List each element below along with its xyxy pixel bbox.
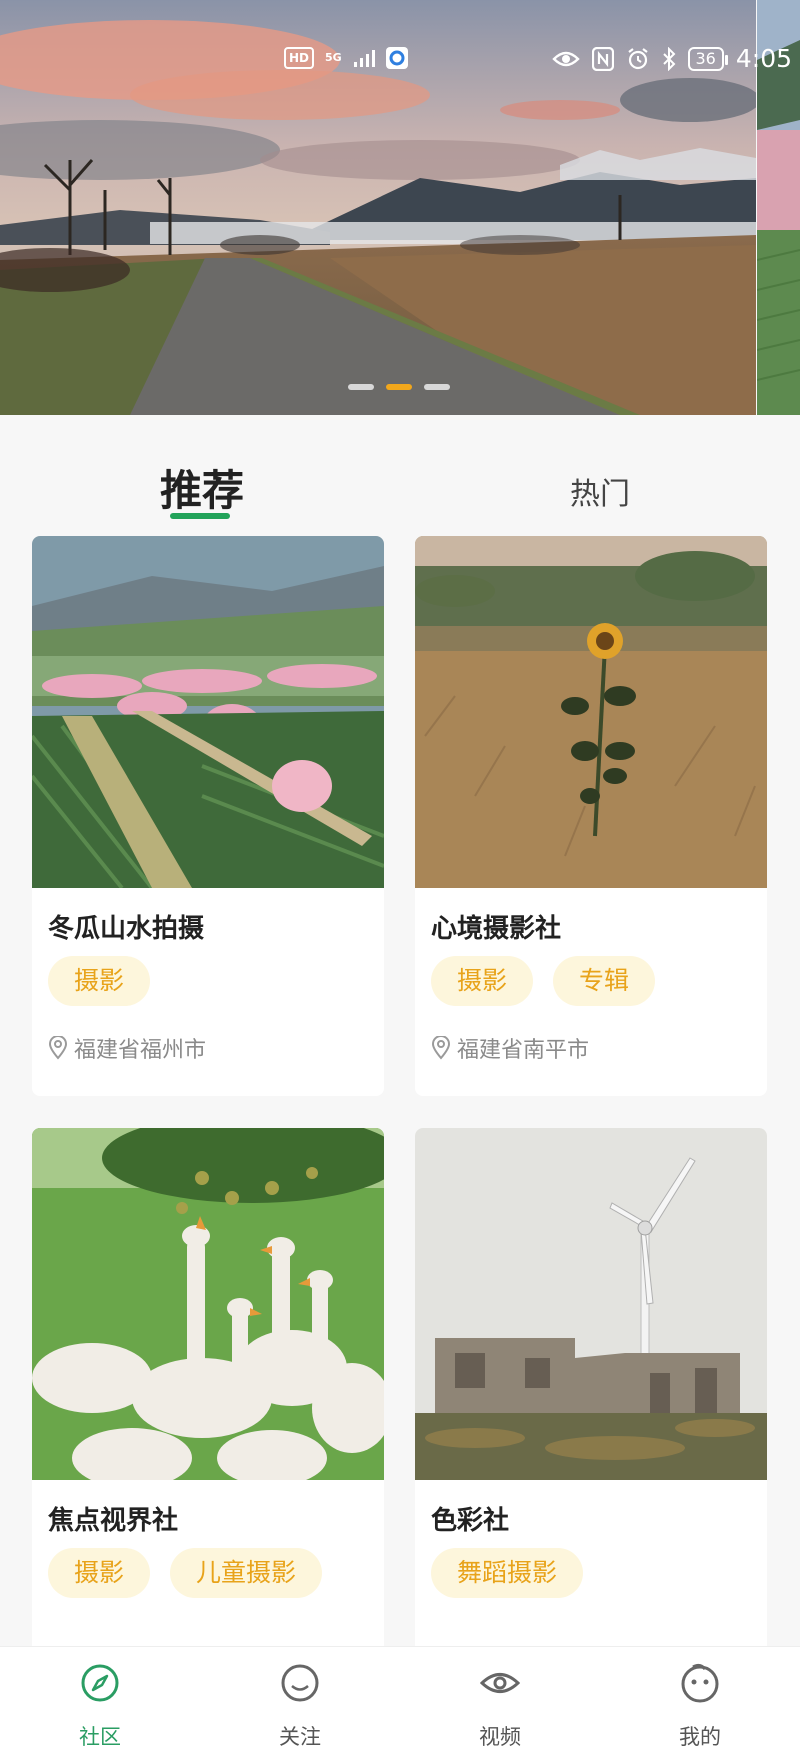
tag[interactable]: 专辑 — [553, 956, 656, 1006]
club-card[interactable]: 冬瓜山水拍摄 摄影 福建省福州市 — [32, 536, 384, 1096]
page-dot[interactable] — [348, 384, 374, 390]
card-title: 色彩社 — [431, 1506, 510, 1536]
eye-comfort-icon — [551, 49, 580, 69]
card-title: 焦点视界社 — [48, 1506, 179, 1536]
nav-video[interactable]: 视频 — [400, 1647, 600, 1760]
face-icon — [680, 1663, 720, 1703]
compass-icon — [80, 1663, 120, 1703]
nav-community[interactable]: 社区 — [0, 1647, 200, 1760]
card-photo-wind-turbine[interactable] — [415, 1128, 767, 1480]
eye-icon — [479, 1663, 521, 1703]
feed-tabs: 推荐 热门 — [0, 415, 800, 535]
nav-follow[interactable]: 关注 — [200, 1647, 400, 1760]
location: 福建省福州市 — [48, 1032, 206, 1064]
network-badge: 5G — [325, 51, 342, 64]
app-notification-icon — [385, 46, 409, 70]
club-card[interactable]: 色彩社 舞蹈摄影 — [415, 1128, 767, 1688]
status-right: 36 4:05 — [551, 44, 792, 74]
location-pin-icon — [431, 1036, 451, 1060]
card-photo-sunflower[interactable] — [415, 536, 767, 888]
clock: 4:05 — [735, 44, 792, 73]
tag-list: 摄影 专辑 — [431, 956, 656, 1006]
bottom-navigation: 社区 关注 视频 我的 — [0, 1646, 800, 1760]
battery-indicator: 36 — [687, 47, 729, 71]
location-text: 福建省福州市 — [74, 1038, 207, 1063]
tag-list: 摄影 — [48, 956, 151, 1006]
card-title: 冬瓜山水拍摄 — [48, 914, 205, 944]
location-pin-icon — [48, 1036, 68, 1060]
alarm-icon — [626, 47, 650, 71]
page-dot[interactable] — [424, 384, 450, 390]
smiley-icon — [280, 1663, 320, 1703]
nav-label: 社区 — [79, 1725, 121, 1749]
signal-icon — [353, 48, 377, 68]
card-title: 心境摄影社 — [431, 914, 562, 944]
nav-label: 视频 — [479, 1725, 521, 1749]
club-card[interactable]: 焦点视界社 摄影 儿童摄影 — [32, 1128, 384, 1688]
status-bar: HD 5G 36 4:05 — [0, 40, 800, 80]
tag[interactable]: 舞蹈摄影 — [431, 1548, 584, 1598]
status-left: HD 5G — [284, 46, 409, 70]
tag[interactable]: 摄影 — [48, 956, 151, 1006]
location-text: 福建省南平市 — [457, 1038, 590, 1063]
hero-banner[interactable]: HD 5G 36 4:05 — [0, 0, 800, 415]
bluetooth-icon — [662, 47, 676, 71]
tag[interactable]: 儿童摄影 — [170, 1548, 323, 1598]
page-dot-active[interactable] — [386, 384, 412, 390]
card-photo-tea-fields[interactable] — [32, 536, 384, 888]
nav-label: 关注 — [279, 1725, 321, 1749]
nav-mine[interactable]: 我的 — [600, 1647, 800, 1760]
tag[interactable]: 摄影 — [431, 956, 534, 1006]
tag-list: 舞蹈摄影 — [431, 1548, 584, 1598]
tab-popular[interactable]: 热门 — [570, 469, 630, 513]
banner-pagination — [348, 384, 450, 390]
active-tab-indicator — [170, 513, 230, 519]
location: 福建省南平市 — [431, 1032, 589, 1064]
tag[interactable]: 摄影 — [48, 1548, 151, 1598]
nav-label: 我的 — [679, 1725, 721, 1749]
card-photo-geese[interactable] — [32, 1128, 384, 1480]
tab-recommended[interactable]: 推荐 — [160, 457, 244, 518]
tag-list: 摄影 儿童摄影 — [48, 1548, 323, 1598]
nfc-icon — [591, 47, 614, 71]
club-card[interactable]: 心境摄影社 摄影 专辑 福建省南平市 — [415, 536, 767, 1096]
hd-badge: HD — [284, 47, 315, 69]
